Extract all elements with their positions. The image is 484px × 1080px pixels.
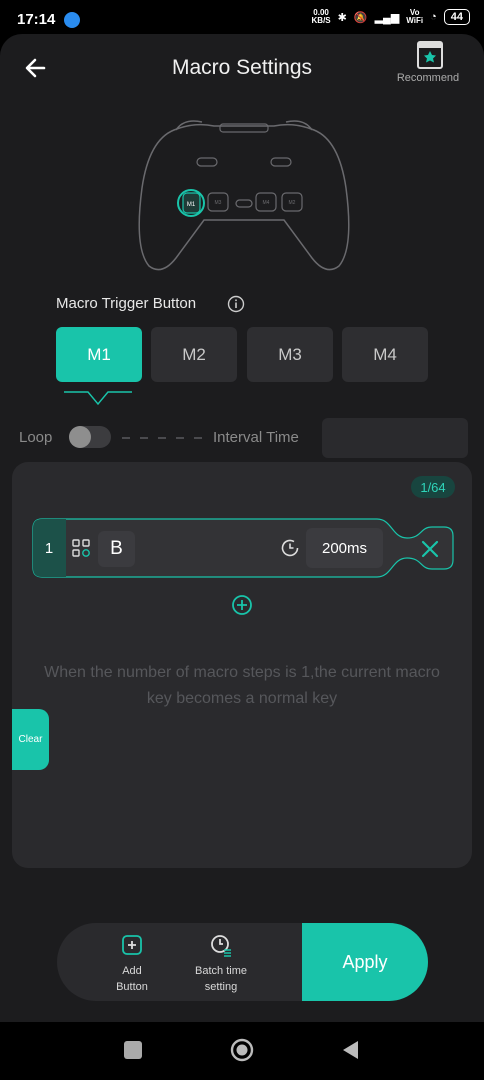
recommend-label[interactable]: Recommend [390,72,466,84]
batch-label-line2: setting [204,981,238,993]
volte-wifi-label: Vo WiFi [406,8,424,25]
step-key-chip[interactable]: B [98,531,135,567]
batch-time-setting-button[interactable]: Batch time setting [183,933,259,997]
status-icons: 0.00 KB/S ✱ 🔕 ▂▄▆ Vo WiFi ◔ 44 [312,9,470,25]
toggle-knob [69,426,91,448]
nav-back-icon[interactable] [340,1039,360,1061]
interval-time-input[interactable] [322,418,468,458]
macro-step-row: 1 [32,518,454,578]
trigger-button-m1[interactable]: M1 [56,327,142,382]
trigger-label: Macro Trigger Button [56,295,197,312]
home-icon[interactable] [230,1038,254,1062]
close-icon[interactable] [420,539,440,559]
step-row-shape [32,518,454,578]
controller-illustration: M1 M3 M4 M2 [138,120,350,271]
add-button[interactable]: Add Button [100,933,164,997]
loop-label: Loop [19,429,53,446]
trigger-button-m4[interactable]: M4 [342,327,428,382]
bluetooth-icon: ✱ [337,11,347,24]
info-icon[interactable] [227,295,245,313]
status-time: 17:14 [17,11,56,28]
key-grid-icon[interactable] [72,539,90,557]
mute-icon: 🔕 [353,11,368,24]
apply-button[interactable]: Apply [302,923,428,1001]
recommend-icon[interactable] [415,40,445,70]
step-duration-chip[interactable]: 200ms [306,528,383,568]
loop-toggle[interactable] [69,426,111,448]
controller-m1: M1 [187,202,196,208]
clock-icon [281,539,299,557]
recent-apps-icon[interactable] [124,1041,142,1059]
step-counter-badge: 1/64 [411,476,455,498]
battery-indicator: 44 [443,9,470,25]
controller-m4: M4 [263,200,270,206]
selection-caret [64,391,132,406]
network-speed: 0.00 KB/S [311,8,331,25]
add-button-icon [122,935,142,955]
call-icon [64,12,80,28]
wifi-icon: ◔ [430,11,437,23]
interval-time-label: Interval Time [213,429,299,446]
add-step-icon[interactable] [231,594,253,616]
single-step-hint: When the number of macro steps is 1,the … [44,664,440,707]
add-button-label-line1: Add [122,965,142,977]
controller-m3: M3 [215,200,222,206]
step-index: 1 [44,539,54,557]
signal-icon: ▂▄▆ [374,11,400,24]
controller-m2: M2 [289,200,296,206]
batch-label-line1: Batch time [195,965,247,977]
dashed-divider [122,437,202,439]
clear-button[interactable]: Clear [12,709,49,770]
add-button-label-line2: Button [116,981,148,993]
trigger-button-m2[interactable]: M2 [151,327,237,382]
batch-time-icon [211,935,231,957]
trigger-button-m3[interactable]: M3 [247,327,333,382]
